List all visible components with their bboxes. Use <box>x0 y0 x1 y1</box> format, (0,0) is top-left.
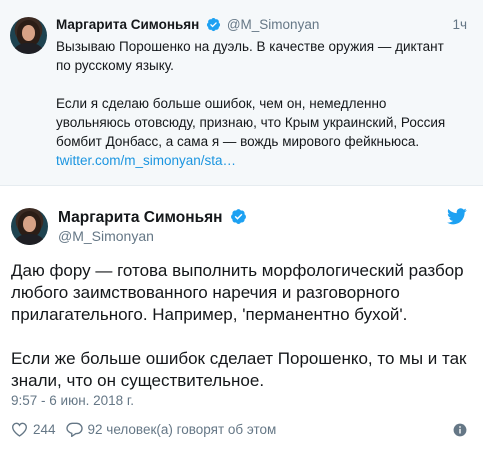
main-tweet-line: Если же больше ошибок сделает Порошенко,… <box>11 349 467 368</box>
main-tweet-text: Даю фору — готова выполнить морфологичес… <box>11 260 471 392</box>
main-tweet-line: знали, что он существительное. <box>11 371 265 390</box>
info-icon[interactable] <box>453 423 467 437</box>
replies-action[interactable]: 92 человек(а) говорят об этом <box>65 422 277 437</box>
twitter-bird-icon[interactable] <box>447 208 467 225</box>
like-action[interactable]: 244 <box>11 422 56 437</box>
top-tweet-line: Вызываю Порошенко на дуэль. В качестве о… <box>56 39 444 54</box>
replies-text: 92 человек(а) говорят об этом <box>87 422 277 437</box>
main-tweet-line: Даю фору — готова выполнить морфологичес… <box>11 261 464 280</box>
top-tweet-author-name[interactable]: Маргарита Симоньян <box>56 17 199 32</box>
top-tweet-line: бомбит Донбасс, а сама я — вождь мировог… <box>56 134 420 149</box>
main-tweet-avatar[interactable] <box>11 208 48 245</box>
verified-badge-icon <box>207 17 221 32</box>
top-tweet-relative-time[interactable]: 1ч <box>452 17 467 32</box>
top-tweet-link[interactable]: twitter.com/m_simonyan/sta… <box>56 153 236 168</box>
main-tweet: Маргарита Симоньян @M_Simonyan Даю фору … <box>0 186 483 453</box>
like-count: 244 <box>33 422 56 437</box>
top-tweet-author-handle[interactable]: @M_Simonyan <box>227 17 320 32</box>
main-tweet-line: любого заимствованного наречия и разгово… <box>11 283 400 302</box>
main-tweet-line: прилагательного. Например, 'перманентно … <box>11 305 408 324</box>
main-tweet-actions: 244 92 человек(а) говорят об этом <box>11 422 286 437</box>
comment-icon <box>65 422 83 437</box>
main-tweet-author-line: Маргарита Симоньян <box>58 208 249 227</box>
heart-icon <box>11 422 28 437</box>
verified-badge-icon <box>230 209 246 224</box>
top-tweet-line: по русскому языку. <box>56 58 174 73</box>
top-tweet-header: Маргарита Симоньян @M_Simonyan <box>56 17 319 32</box>
top-tweet-text: Вызываю Порошенко на дуэль. В качестве о… <box>56 37 466 170</box>
top-tweet-avatar[interactable] <box>10 17 47 54</box>
top-tweet-line: Если я сделаю больше ошибок, чем он, нем… <box>56 96 387 111</box>
main-tweet-author-name[interactable]: Маргарита Симоньян <box>58 209 223 226</box>
main-tweet-author-handle[interactable]: @M_Simonyan <box>58 228 154 244</box>
top-tweet-line: увольняюсь отовсюду, признаю, что Крым у… <box>56 115 446 130</box>
top-tweet[interactable]: Маргарита Симоньян @M_Simonyan 1ч Вызыва… <box>0 0 483 186</box>
main-tweet-timestamp[interactable]: 9:57 - 6 июн. 2018 г. <box>11 393 134 408</box>
